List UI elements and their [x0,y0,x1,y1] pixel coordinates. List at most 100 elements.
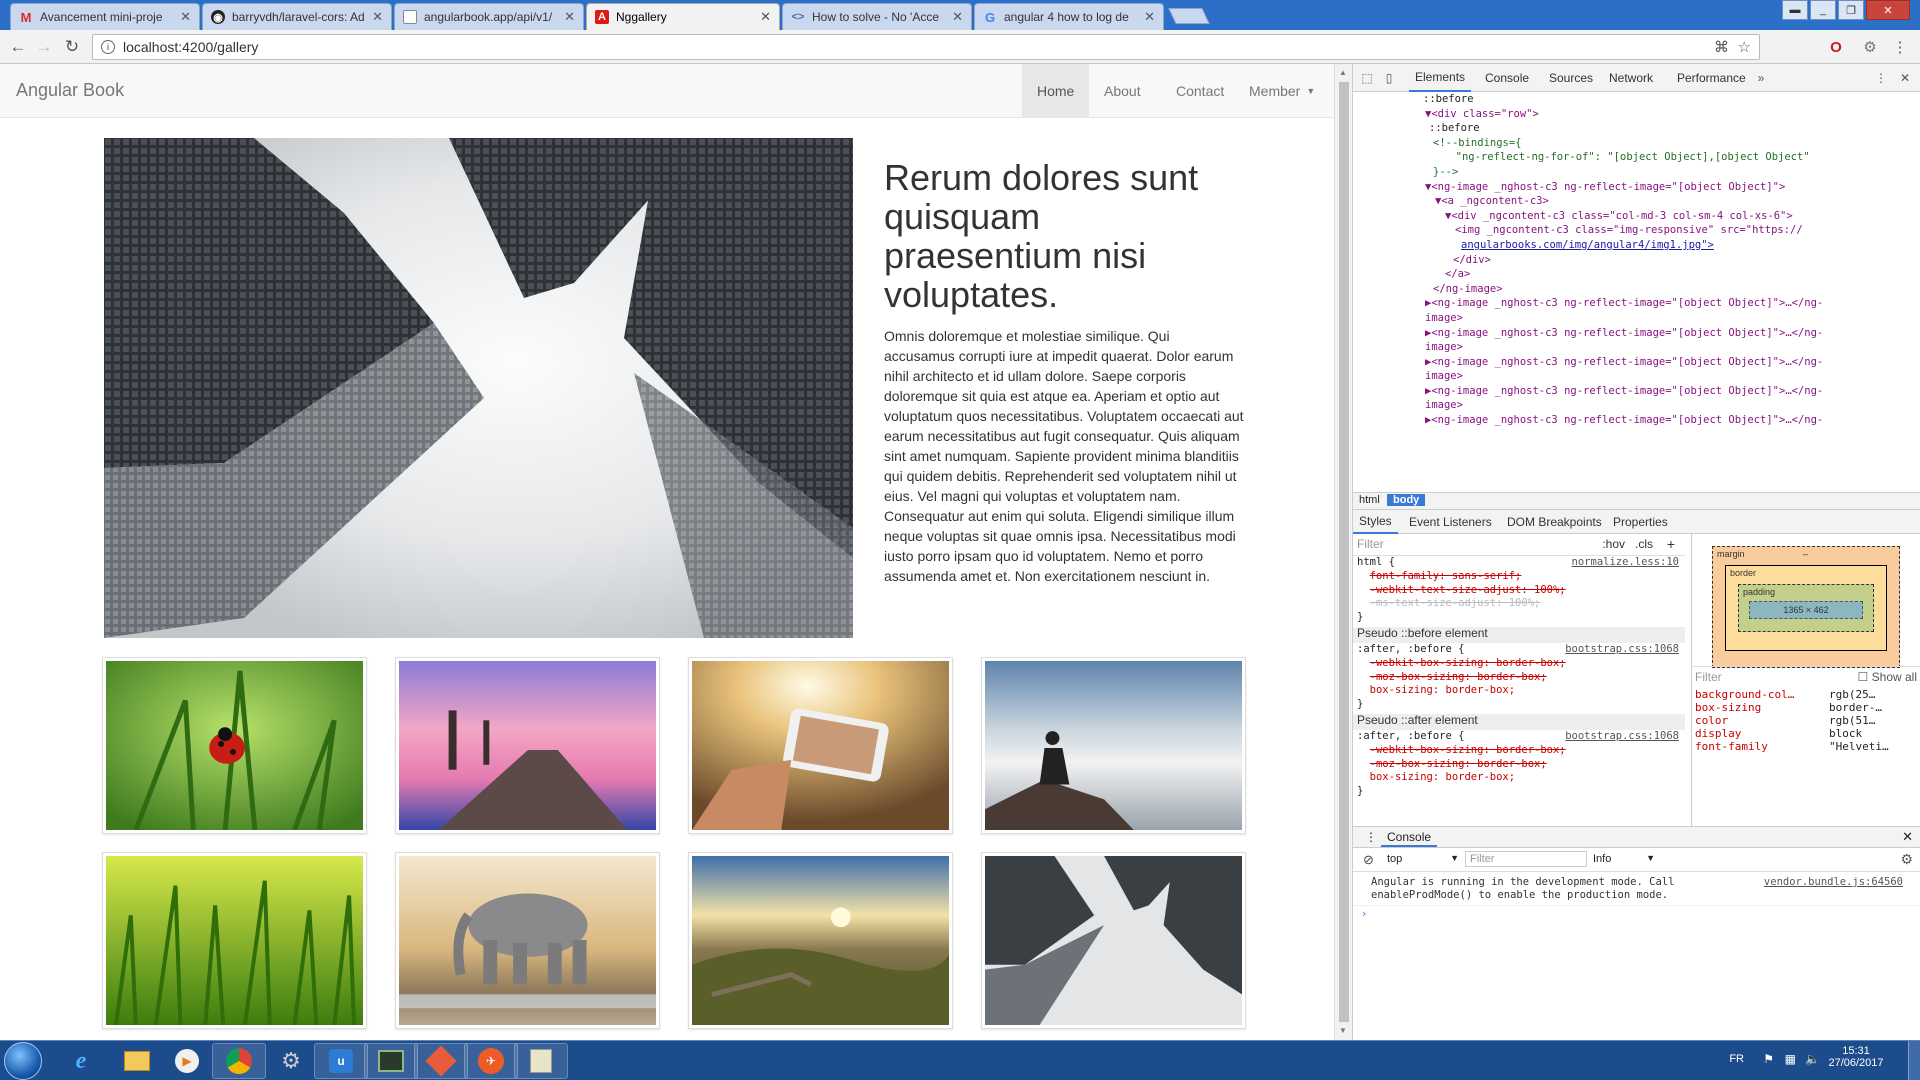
notepad-icon[interactable] [514,1043,568,1079]
tab-google[interactable]: G angular 4 how to log de ✕ [974,3,1164,30]
chrome-taskbar-icon[interactable] [212,1043,266,1079]
devtools-tab-console[interactable]: Console [1479,64,1535,92]
gallery-skyscrapers-image[interactable] [981,852,1246,1029]
profile-button[interactable]: ▬ [1782,0,1808,20]
clear-console-icon[interactable]: ⊘ [1363,852,1374,868]
start-button[interactable] [4,1042,42,1080]
rule-source-link[interactable]: normalize.less:10 [1572,556,1679,570]
tab-gmail[interactable]: M Avancement mini-proje ✕ [10,3,200,30]
translate-icon[interactable]: ⌘ [1714,38,1729,56]
page-scrollbar[interactable]: ▲ ▼ [1334,64,1352,1040]
address-bar[interactable]: i localhost:4200/gallery ⌘ ☆ [92,34,1760,60]
gallery-grass-image[interactable] [102,852,367,1029]
rule-source-link[interactable]: bootstrap.css:1068 [1565,643,1679,657]
nav-about[interactable]: About [1089,64,1156,117]
action-center-icon[interactable]: ⚑ [1763,1052,1774,1066]
computed-row[interactable]: color rgb(51… [1695,714,1919,727]
dom-node-line[interactable]: "ng-reflect-ng-for-of": "[object Object]… [1353,150,1911,165]
context-select[interactable]: top ▼ [1387,853,1459,865]
tab-github[interactable]: ◉ barryvdh/laravel-cors: Ad ✕ [202,3,392,30]
log-level-select[interactable]: Info ▼ [1593,853,1655,865]
new-tab-button[interactable] [1168,8,1210,24]
gallery-elephant-image[interactable] [395,852,660,1029]
dom-node-line[interactable]: ▶<ng-image _nghost-c3 ng-reflect-image="… [1353,296,1911,311]
tab-properties[interactable]: Properties [1607,510,1674,534]
drawer-menu-icon[interactable]: ⋮ [1365,830,1377,844]
close-tab-icon[interactable]: ✕ [180,9,191,25]
close-devtools-icon[interactable]: ✕ [1897,70,1913,86]
site-brand[interactable]: Angular Book [16,80,124,101]
forward-icon[interactable]: → [34,37,54,57]
volume-icon[interactable]: 🔈 [1805,1052,1820,1066]
tab-nggallery[interactable]: A Nggallery ✕ [586,3,780,30]
dom-node-line[interactable]: ▼<a _ngcontent-c3> [1353,194,1911,209]
dom-node-line[interactable]: ▼<div class="row"> [1353,107,1911,122]
dom-node-line[interactable]: ▶<ng-image _nghost-c3 ng-reflect-image="… [1353,355,1911,370]
log-source-link[interactable]: vendor.bundle.js:64560 [1764,876,1903,889]
dom-node-line[interactable]: ▼<div _ngcontent-c3 class="col-md-3 col-… [1353,209,1911,224]
language-indicator[interactable]: FR [1729,1053,1744,1065]
console-settings-icon[interactable]: ⚙ [1900,851,1913,868]
dom-node-line[interactable]: ::before [1353,92,1911,107]
close-tab-icon[interactable]: ✕ [1144,9,1155,25]
network-icon[interactable]: ▦ [1785,1052,1796,1066]
console-filter-input[interactable]: Filter [1465,851,1587,867]
settings-app-icon[interactable]: ⚙ [264,1043,318,1079]
inspect-element-icon[interactable]: ⬚ [1359,70,1375,86]
rule-source-link[interactable]: bootstrap.css:1068 [1565,730,1679,744]
gallery-valley-sunset-image[interactable] [688,852,953,1029]
menu-icon[interactable]: ⋮ [1890,37,1910,57]
computed-styles[interactable]: Filter ☐ Show all background-col… rgb(25…… [1691,666,1920,826]
nav-member-dropdown[interactable]: Member ▼ [1234,64,1330,117]
dom-node-line[interactable]: image> [1353,398,1911,413]
computed-row[interactable]: background-col… rgb(25… [1695,688,1919,701]
show-all-checkbox[interactable]: ☐ Show all [1858,670,1917,684]
gallery-phone-sunlight-image[interactable] [688,657,953,834]
console-drawer-tab[interactable]: Console [1381,827,1438,847]
computed-row[interactable]: font-family "Helveti… [1695,740,1919,753]
git-icon[interactable] [414,1043,468,1079]
computed-row[interactable]: display block [1695,727,1919,740]
hov-toggle[interactable]: :hov [1602,537,1625,552]
dom-node-line[interactable]: ▶<ng-image _nghost-c3 ng-reflect-image="… [1353,384,1911,399]
dom-node-line[interactable]: <img _ngcontent-c3 class="img-responsive… [1353,223,1911,238]
dom-node-line[interactable]: image> [1353,369,1911,384]
devtools-tab-elements[interactable]: Elements [1409,64,1472,92]
bookmark-star-icon[interactable]: ☆ [1738,38,1751,56]
cls-toggle[interactable]: .cls [1635,537,1653,552]
info-icon[interactable]: i [101,40,115,54]
postman-icon[interactable]: ✈ [464,1043,518,1079]
file-explorer-icon[interactable] [110,1043,164,1079]
terminal-icon[interactable] [364,1043,418,1079]
nav-home[interactable]: Home [1022,64,1089,117]
tab-api[interactable]: angularbook.app/api/v1/ ✕ [394,3,584,30]
gallery-pier-sunset-image[interactable] [395,657,660,834]
scroll-down-icon[interactable]: ▼ [1339,1026,1347,1035]
close-drawer-icon[interactable]: ✕ [1902,829,1913,845]
dom-node-line[interactable]: angularbooks.com/img/angular4/img1.jpg"> [1353,238,1911,253]
extension-icon[interactable]: ⚙ [1860,37,1880,57]
dom-node-line[interactable]: ▶<ng-image _nghost-c3 ng-reflect-image="… [1353,413,1911,428]
scroll-up-icon[interactable]: ▲ [1339,68,1347,77]
minimize-button[interactable]: _ [1810,0,1836,20]
internet-explorer-icon[interactable]: e [54,1043,108,1079]
more-tabs-icon[interactable]: » [1753,70,1769,86]
computed-row[interactable]: box-sizing border-… [1695,701,1919,714]
dom-node-line[interactable]: }--> [1353,165,1911,180]
dom-node-line[interactable]: </ng-image> [1353,282,1911,297]
uwamp-icon[interactable]: u [314,1043,368,1079]
dom-node-line[interactable]: </a> [1353,267,1911,282]
device-toolbar-icon[interactable]: ▯ [1381,70,1397,86]
gallery-man-clouds-image[interactable] [981,657,1246,834]
tab-styles[interactable]: Styles [1353,510,1398,534]
dom-node-line[interactable]: ::before [1353,121,1911,136]
breadcrumb-body[interactable]: body [1387,494,1426,506]
devtools-tab-performance[interactable]: Performance [1671,64,1752,92]
breadcrumb-html[interactable]: html [1353,494,1386,506]
add-rule-icon[interactable]: + [1667,537,1675,552]
opera-extension-icon[interactable]: O [1826,37,1846,57]
dom-tree[interactable]: ::before ▼<div class="row">::before <!--bi… [1353,92,1911,492]
show-desktop-button[interactable] [1908,1041,1920,1080]
scrollbar-thumb[interactable] [1339,82,1349,1022]
clock[interactable]: 15:31 27/06/2017 [1828,1045,1884,1069]
